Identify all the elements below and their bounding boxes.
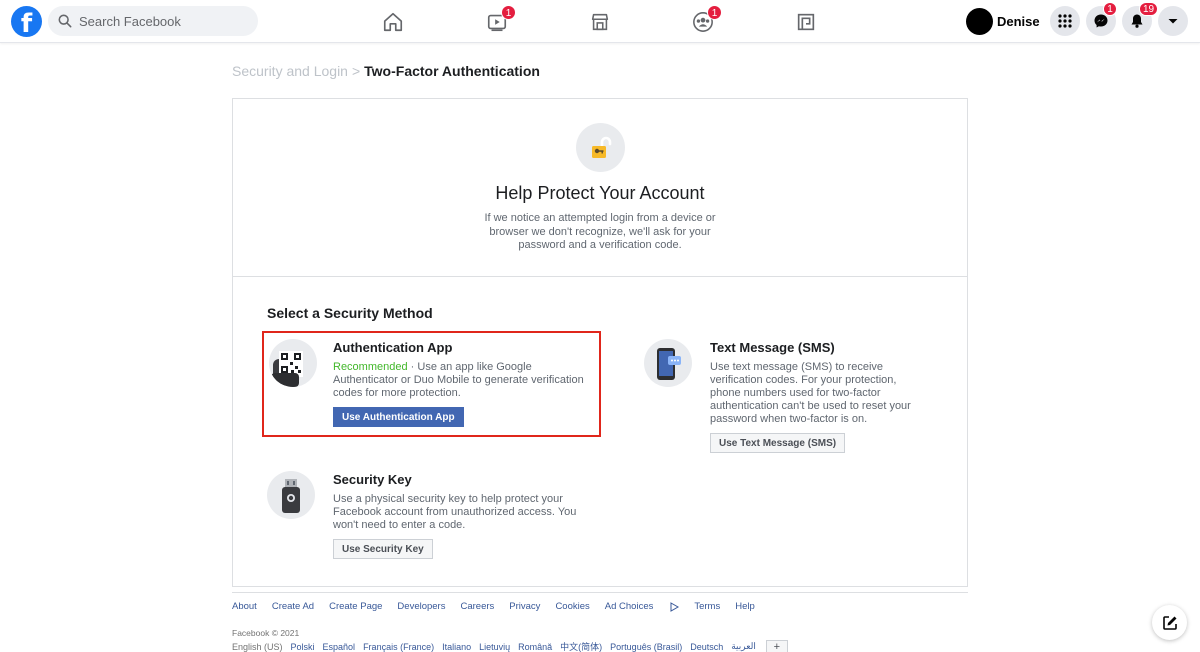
highlight-box [262,331,601,437]
nav-groups[interactable]: 1 [653,4,753,40]
footer-link-about[interactable]: About [232,601,257,612]
use-security-key-button[interactable]: Use Security Key [333,539,433,559]
hero-description: If we notice an attempted login from a d… [484,212,716,251]
search-icon [58,14,72,28]
profile-name: Denise [997,14,1040,29]
avatar [966,8,993,35]
language-link[interactable]: 中文(简体) [560,640,602,652]
language-link[interactable]: Deutsch [690,642,723,652]
language-current: English (US) [232,641,283,652]
add-language-button[interactable]: + [765,640,788,652]
section-title: Select a Security Method [267,305,433,321]
grid-menu-icon [1058,14,1072,28]
messenger-badge: 1 [1103,2,1117,16]
footer-link-create-page[interactable]: Create Page [329,601,382,612]
security-key-title: Security Key [333,472,412,487]
language-link[interactable]: Italiano [442,642,471,652]
search-input[interactable] [79,13,249,29]
sms-description: Use text message (SMS) to receive verifi… [710,361,911,425]
search-box[interactable] [48,6,258,36]
nav-watch[interactable]: 1 [447,4,547,40]
nav-gaming[interactable] [756,4,856,40]
caret-down-icon [1168,19,1178,24]
breadcrumb-separator: > [351,63,361,79]
nav-marketplace[interactable] [550,4,650,40]
footer-link-careers[interactable]: Careers [460,601,494,612]
home-icon [383,12,403,32]
use-text-message-button[interactable]: Use Text Message (SMS) [710,433,846,453]
language-link[interactable]: Español [323,642,356,652]
language-link[interactable]: Polski [291,642,315,652]
nav-home[interactable] [343,4,443,40]
hero-title: Help Protect Your Account [495,183,705,203]
watch-badge: 1 [501,5,516,20]
sms-title: Text Message (SMS) [710,340,835,355]
groups-badge: 1 [707,5,722,20]
footer-link-cookies[interactable]: Cookies [555,601,589,612]
new-message-button[interactable] [1152,605,1187,640]
padlock-icon [576,123,625,172]
ad-choices-label: Ad Choices [604,601,654,612]
profile-link[interactable]: Denise [966,7,1040,36]
footer-link-help[interactable]: Help [735,601,755,612]
footer-links: About Create Ad Create Page Developers C… [232,592,968,612]
language-link[interactable]: Română [518,642,552,652]
top-navigation-bar: f 1 1 Denise 1 19 [0,0,1200,43]
footer-link-developers[interactable]: Developers [397,601,445,612]
logo-letter: f [20,9,33,37]
language-link[interactable]: العربية [731,641,756,652]
phone-sms-icon [644,339,692,387]
ad-choices-icon [670,601,680,612]
marketplace-icon [591,13,609,31]
footer-link-terms[interactable]: Terms [694,601,720,612]
footer-link-ad-choices[interactable]: Ad Choices [605,601,680,612]
account-button[interactable] [1158,6,1188,36]
menu-button[interactable] [1050,6,1080,36]
breadcrumb: Security and Login > Two-Factor Authentica… [232,63,540,79]
language-link[interactable]: Lietuvių [479,642,510,652]
gaming-icon [797,13,815,31]
security-key-description: Use a physical security key to help prot… [333,493,577,531]
footer-link-privacy[interactable]: Privacy [509,601,540,612]
language-link[interactable]: Português (Brasil) [610,642,682,652]
notifications-button[interactable]: 19 [1122,2,1159,36]
copyright: Facebook © 2021 [232,628,300,638]
facebook-logo-icon[interactable]: f [11,6,42,37]
notifications-badge: 19 [1139,2,1159,16]
breadcrumb-parent-link[interactable]: Security and Login [232,63,348,79]
compose-icon [1162,615,1177,630]
language-link[interactable]: Français (France) [363,642,434,652]
footer-link-create-ad[interactable]: Create Ad [272,601,314,612]
messenger-button[interactable]: 1 [1086,2,1117,36]
security-key-icon [267,471,315,519]
page-title: Two-Factor Authentication [364,63,540,79]
hero-section: Help Protect Your Account If we notice a… [233,99,967,277]
language-list: English (US) Polski Español Français (Fr… [232,640,788,652]
